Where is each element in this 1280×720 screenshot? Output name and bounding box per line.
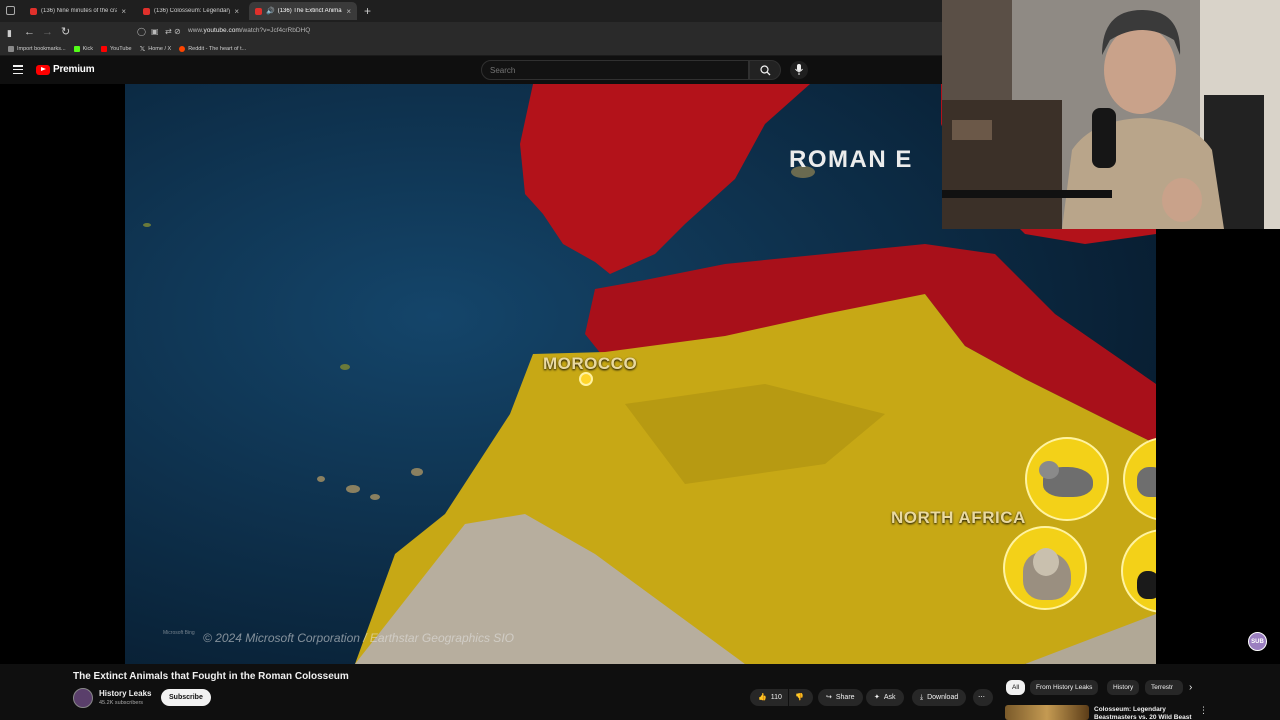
youtube-favicon-icon <box>30 7 37 15</box>
close-tab-icon[interactable]: × <box>234 7 239 16</box>
video-title: The Extinct Animals that Fought in the R… <box>73 671 349 682</box>
back-arrow-icon[interactable]: ← <box>24 25 35 39</box>
speaker-icon: 🔊 <box>266 8 275 15</box>
reddit-icon <box>179 45 186 52</box>
map-copyright: © 2024 Microsoft Corporation / Earthstar… <box>203 631 514 645</box>
chip-history[interactable]: History <box>1107 680 1140 695</box>
download-label: Download <box>927 694 959 701</box>
search-box <box>481 60 749 80</box>
tab-actions-icon[interactable] <box>6 6 15 15</box>
channel-name[interactable]: History Leaks <box>99 689 151 698</box>
lock-icon[interactable]: ▣ <box>151 27 159 36</box>
subscriber-count: 45.2K subscribers <box>99 700 144 706</box>
microphone-icon <box>795 64 803 75</box>
thumbs-down-icon: 👎 <box>795 694 804 701</box>
sidebar-toggle-icon[interactable]: ▮ <box>7 26 12 40</box>
import-icon <box>8 45 14 52</box>
search-button[interactable] <box>749 60 781 80</box>
url-domain: youtube.com <box>203 27 241 34</box>
tab-label: (136) Colosseum: Legendary Be <box>154 8 231 14</box>
permissions-icon[interactable]: ⇄ <box>165 27 173 36</box>
recommendation-thumbnail[interactable] <box>1005 705 1089 720</box>
hamburger-menu-icon[interactable] <box>13 65 23 75</box>
tracking-icon[interactable]: ⊘ <box>174 27 182 36</box>
logo-text: Premium <box>53 64 95 75</box>
share-button[interactable]: ↪ Share <box>818 689 863 706</box>
tab-label: (136) Nine minutes of the crazi <box>41 8 118 14</box>
map-label-north-africa: NORTH AFRICA <box>891 508 1026 527</box>
reload-icon[interactable]: ↻ <box>61 25 70 39</box>
more-actions-button[interactable]: ⋯ <box>973 689 993 706</box>
tab-label: (136) The Extinct Animals t <box>277 8 343 14</box>
close-tab-icon[interactable]: × <box>346 7 351 16</box>
bookmark-label: YouTube <box>110 45 132 52</box>
video-info-panel: The Extinct Animals that Fought in the R… <box>0 664 1280 720</box>
hyena-portrait <box>1025 437 1109 521</box>
ask-button[interactable]: ✦ Ask <box>866 689 904 706</box>
url-prefix: www. <box>188 27 204 34</box>
shield-icon[interactable]: ◯ <box>137 27 146 36</box>
youtube-play-icon <box>36 64 50 75</box>
download-button[interactable]: ⤓ Download <box>912 689 967 706</box>
bookmark-label: Reddit - The heart of t... <box>188 45 247 52</box>
chevron-right-icon[interactable]: › <box>1189 682 1192 693</box>
youtube-favicon-icon <box>255 7 262 15</box>
kick-icon <box>73 45 80 52</box>
bookmark-label: Import bookmarks... <box>17 45 66 52</box>
ask-label: Ask <box>883 694 896 701</box>
like-button[interactable]: 👍 110 <box>750 689 788 706</box>
browser-tab-3-active[interactable]: 🔊 (136) The Extinct Animals t × <box>249 2 357 20</box>
forward-arrow-icon[interactable]: → <box>42 25 53 39</box>
close-tab-icon[interactable]: × <box>121 7 126 16</box>
bookmark-x[interactable]: 𝕏 Home / X <box>140 45 172 53</box>
url-path: /watch?v=Jcf4crRbDHQ <box>240 27 311 34</box>
bookmark-youtube[interactable]: YouTube <box>101 45 132 52</box>
new-tab-icon[interactable]: + <box>364 4 371 18</box>
youtube-favicon-icon <box>143 7 150 15</box>
bookmark-import[interactable]: Import bookmarks... <box>8 45 66 52</box>
map-label-morocco: MOROCCO <box>543 354 638 373</box>
bookmark-kick[interactable]: Kick <box>73 45 93 52</box>
sparkle-icon: ✦ <box>874 694 880 701</box>
bookmark-label: Home / X <box>148 45 172 52</box>
search-icon <box>760 65 771 76</box>
like-count: 110 <box>770 694 782 701</box>
webcam-overlay <box>942 0 1280 229</box>
chip-terrestrial[interactable]: Terrestr <box>1145 680 1183 695</box>
recommendation-title[interactable]: Colosseum: Legendary Beastmasters vs. 20… <box>1094 706 1194 720</box>
youtube-premium-logo[interactable]: Premium <box>36 64 95 75</box>
more-horizontal-icon: ⋯ <box>978 694 985 701</box>
subscribe-watermark-badge[interactable]: SUB <box>1248 632 1267 651</box>
channel-avatar[interactable] <box>73 688 93 708</box>
share-label: Share <box>835 694 855 701</box>
chip-from-channel[interactable]: From History Leaks <box>1030 680 1099 695</box>
voice-search-button[interactable] <box>790 61 808 79</box>
url-field[interactable]: www.youtube.com/watch?v=Jcf4crRbDHQ <box>188 27 310 34</box>
dislike-button[interactable]: 👎 <box>789 689 813 706</box>
webcam-person <box>942 0 1280 229</box>
x-logo-icon: 𝕏 <box>139 45 146 53</box>
youtube-icon <box>101 45 107 52</box>
subscribe-button[interactable]: Subscribe <box>161 689 211 706</box>
browser-tab-2[interactable]: (136) Colosseum: Legendary Be × <box>137 2 245 20</box>
bookmark-label: Kick <box>82 45 93 52</box>
bookmark-reddit[interactable]: Reddit - The heart of t... <box>179 45 247 52</box>
thumbs-up-icon: 👍 <box>758 694 767 701</box>
share-icon: ↪ <box>826 694 832 701</box>
more-vertical-icon[interactable]: ⋮ <box>1199 705 1208 716</box>
lion-portrait <box>1003 526 1087 610</box>
browser-tab-1[interactable]: (136) Nine minutes of the crazi × <box>24 2 132 20</box>
chip-all[interactable]: All <box>1006 680 1026 695</box>
map-label-roman-empire: ROMAN E <box>789 146 913 173</box>
search-input[interactable] <box>490 66 740 75</box>
microsoft-bing-logo: Microsoft Bing <box>163 630 195 636</box>
download-icon: ⤓ <box>920 694 924 701</box>
